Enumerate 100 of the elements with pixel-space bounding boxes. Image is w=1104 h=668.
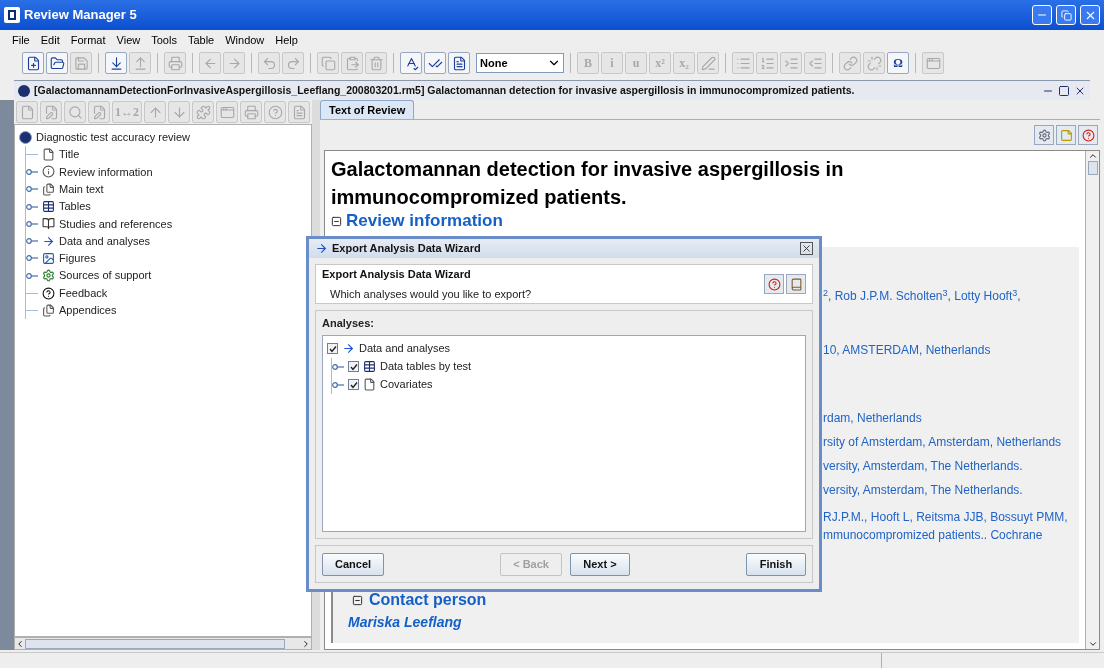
review-text: 10, AMSTERDAM, Netherlands [823, 342, 992, 359]
scroll-right-icon[interactable] [301, 638, 311, 649]
expand-handle-icon[interactable] [26, 167, 38, 176]
review-text: versity, Amsterdam, The Netherlands. [823, 458, 1024, 475]
menu-item[interactable]: View [116, 31, 141, 49]
menu-item[interactable]: Format [70, 31, 106, 49]
menu-item[interactable]: Tools [151, 31, 177, 49]
delete-icon [368, 55, 384, 71]
window-icon [219, 104, 235, 120]
tree-item[interactable]: Feedback [59, 284, 108, 302]
tree-item[interactable]: Data tables by test [380, 358, 472, 375]
tree-item[interactable]: Data and analyses [359, 340, 451, 357]
redo-icon [285, 55, 301, 71]
book-button[interactable] [786, 274, 806, 294]
tree-item[interactable]: Review information [59, 163, 153, 181]
book-icon [789, 277, 803, 291]
tree-item[interactable]: Studies and references [59, 215, 173, 233]
expand-handle-icon[interactable] [26, 202, 38, 211]
expand-handle-icon[interactable] [332, 362, 344, 371]
pen-icon [700, 55, 716, 71]
app-logo-icon [4, 7, 20, 23]
collapse-icon[interactable] [352, 594, 363, 606]
contact-name: Mariska Leeflang [348, 614, 463, 630]
menu-item[interactable]: Help [275, 31, 298, 49]
document-title: [GalactomannamDetectionForInvasiveAspergillosis_Leeflang_200803201.rm5] Galactomannan detection for invasive aspergillosis in immunocompromized patients. [34, 82, 855, 98]
review-text: rdam, Netherlands [823, 410, 923, 427]
new-file-icon [25, 55, 41, 71]
check-marks-button[interactable] [424, 52, 446, 74]
expand-handle-icon[interactable] [26, 271, 38, 280]
review-logo-icon [19, 131, 32, 144]
close-button[interactable] [1080, 5, 1100, 25]
checkbox[interactable] [327, 343, 338, 354]
tree-item[interactable]: Main text [59, 181, 104, 198]
restore-icon [1060, 9, 1072, 21]
scroll-left-icon[interactable] [15, 638, 25, 649]
tree-item[interactable]: Data and analyses [59, 232, 151, 250]
tree-item[interactable]: Title [59, 146, 80, 163]
dialog-title: Export Analysis Data Wizard [332, 241, 481, 257]
feedback-icon [42, 286, 55, 300]
spell-check-button[interactable] [400, 52, 422, 74]
help-icon [267, 104, 283, 120]
bullet-list-icon [735, 55, 751, 71]
scroll-thumb[interactable] [1087, 161, 1098, 175]
settings-button[interactable] [1034, 125, 1054, 145]
new-file-button[interactable] [22, 52, 44, 74]
scroll-up-icon[interactable] [1087, 151, 1098, 161]
import-button[interactable] [105, 52, 127, 74]
copy-icon [320, 55, 336, 71]
table-icon [363, 360, 376, 373]
expand-handle-icon[interactable] [26, 237, 38, 246]
scroll-thumb[interactable] [25, 638, 285, 649]
note-button[interactable] [1056, 125, 1076, 145]
expand-handle-icon[interactable] [26, 254, 38, 263]
folder-icon [49, 55, 65, 71]
tree-item[interactable]: Figures [59, 250, 96, 267]
tree-item[interactable]: Appendices [59, 302, 117, 319]
expand-handle-icon[interactable] [332, 380, 344, 389]
vertical-scrollbar[interactable] [1085, 151, 1099, 649]
tab[interactable]: Text of Review [320, 100, 415, 119]
page-icon [42, 148, 55, 162]
checkbox[interactable] [348, 361, 359, 372]
review-text: RJ.P.M., Hooft L, Reitsma JJB, Bossuyt PMM, [823, 509, 1069, 526]
wizard-button[interactable]: Cancel [322, 552, 385, 576]
close-icon[interactable] [800, 242, 813, 255]
folder-button[interactable] [46, 52, 68, 74]
format-button[interactable]: Ω [887, 52, 909, 74]
notes-button[interactable] [448, 52, 470, 74]
picture-icon [42, 251, 55, 265]
help-button[interactable] [764, 274, 784, 294]
menu-item[interactable]: Edit [40, 31, 60, 49]
wizard-heading: Export Analysis Data Wizard [322, 266, 472, 282]
review-heading: Galactomannan detection for invasive aspergillosis in immunocompromized patients. [331, 157, 845, 210]
style-dropdown[interactable]: None [476, 53, 564, 73]
wizard-button[interactable]: Finish [746, 552, 806, 576]
checkbox[interactable] [348, 379, 359, 390]
tree-item[interactable]: Covariates [380, 376, 433, 393]
tree-item[interactable]: Diagnostic test accuracy review [36, 129, 191, 146]
minimize-button[interactable] [1032, 5, 1052, 25]
horizontal-scrollbar[interactable] [14, 637, 312, 650]
menu-item[interactable]: Window [225, 31, 265, 49]
expand-handle-icon[interactable] [26, 185, 38, 194]
printer-icon [243, 104, 259, 120]
restore-button[interactable] [1056, 5, 1076, 25]
indent-icon [783, 55, 799, 71]
maximize-icon[interactable] [1058, 84, 1070, 97]
notes-icon [451, 55, 467, 71]
scroll-down-icon[interactable] [1087, 639, 1098, 649]
wizard-button[interactable]: Next > [569, 552, 630, 576]
document-icon [291, 104, 307, 120]
help-button[interactable] [1078, 125, 1098, 145]
outdent-icon [807, 55, 823, 71]
expand-handle-icon[interactable] [26, 219, 38, 228]
collapse-icon[interactable] [331, 215, 342, 227]
down-arrow-icon [171, 104, 187, 120]
menu-item[interactable]: Table [187, 31, 215, 49]
search-icon [67, 104, 83, 120]
tree-item[interactable]: Sources of support [59, 267, 152, 284]
review-text: versity, Amsterdam, The Netherlands. [823, 482, 1024, 499]
tree-item[interactable]: Tables [59, 198, 91, 215]
menu-item[interactable]: File [12, 31, 30, 49]
